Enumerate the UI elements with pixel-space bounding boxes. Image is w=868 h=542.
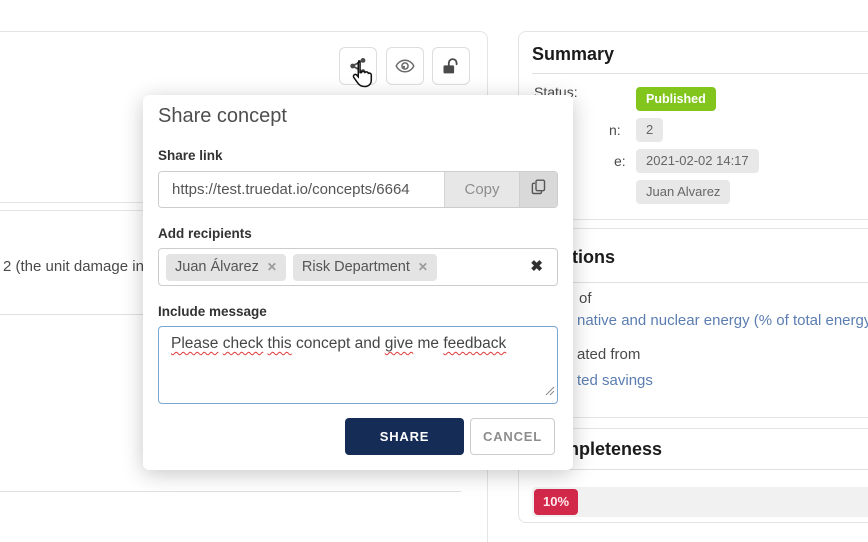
recipient-chip[interactable]: Juan Álvarez ✕: [166, 254, 286, 281]
resize-handle-icon[interactable]: [545, 383, 555, 401]
relation-link[interactable]: native and nuclear energy (% of total en…: [577, 312, 868, 329]
share-link-group: Copy: [158, 171, 558, 208]
permissions-button[interactable]: [432, 47, 470, 85]
message-textarea[interactable]: Please check this concept and give me fe…: [158, 326, 558, 404]
copy-icon-button[interactable]: [519, 172, 557, 207]
completeness-progress-track: 10%: [532, 487, 868, 517]
user-badge: Juan Alvarez: [636, 180, 730, 204]
relation-link[interactable]: ted savings: [577, 372, 653, 389]
message-text: Please check this concept and give me fe…: [171, 335, 506, 352]
share-concept-modal: Share concept Share link Copy Add recipi…: [143, 95, 573, 470]
summary-divider: [532, 73, 868, 74]
relation-group-label: ated from: [577, 346, 640, 363]
summary-row-label-fragment: n:: [609, 122, 621, 138]
completeness-percent-badge: 10%: [534, 489, 578, 515]
share-link-input[interactable]: [159, 172, 444, 207]
share-icon: [349, 57, 367, 75]
recipients-input[interactable]: Juan Álvarez ✕ Risk Department ✕ ✖: [158, 248, 558, 286]
cancel-button[interactable]: CANCEL: [470, 418, 555, 455]
copy-icon: [531, 179, 546, 200]
recipients-label: Add recipients: [158, 226, 252, 241]
eye-icon: [395, 59, 415, 73]
relations-divider: [532, 282, 868, 283]
share-submit-button[interactable]: SHARE: [345, 418, 464, 455]
completeness-divider: [532, 469, 868, 470]
chip-label: Juan Álvarez: [175, 259, 259, 275]
version-badge: 2: [636, 118, 663, 142]
unlock-icon: [442, 57, 460, 75]
relation-group-label: of: [579, 290, 592, 307]
clear-recipients-icon[interactable]: ✖: [530, 257, 543, 275]
last-change-badge: 2021-02-02 14:17: [636, 149, 759, 173]
message-label: Include message: [158, 304, 267, 319]
view-button[interactable]: [386, 47, 424, 85]
status-badge: Published: [636, 87, 716, 111]
summary-title: Summary: [532, 44, 614, 65]
chip-label: Risk Department: [302, 259, 410, 275]
chip-remove-icon[interactable]: ✕: [418, 260, 428, 274]
share-link-label: Share link: [158, 148, 223, 163]
share-button[interactable]: [339, 47, 377, 85]
recipient-chip[interactable]: Risk Department ✕: [293, 254, 437, 281]
section-divider: [0, 491, 461, 492]
concept-description-fragment: 2 (the unit damage in 20: [3, 258, 165, 275]
page: 2 (the unit damage in 20: [0, 0, 868, 542]
copy-button[interactable]: Copy: [444, 172, 519, 207]
summary-row-label-fragment: e:: [614, 153, 626, 169]
modal-title: Share concept: [158, 105, 287, 128]
chip-remove-icon[interactable]: ✕: [267, 260, 277, 274]
